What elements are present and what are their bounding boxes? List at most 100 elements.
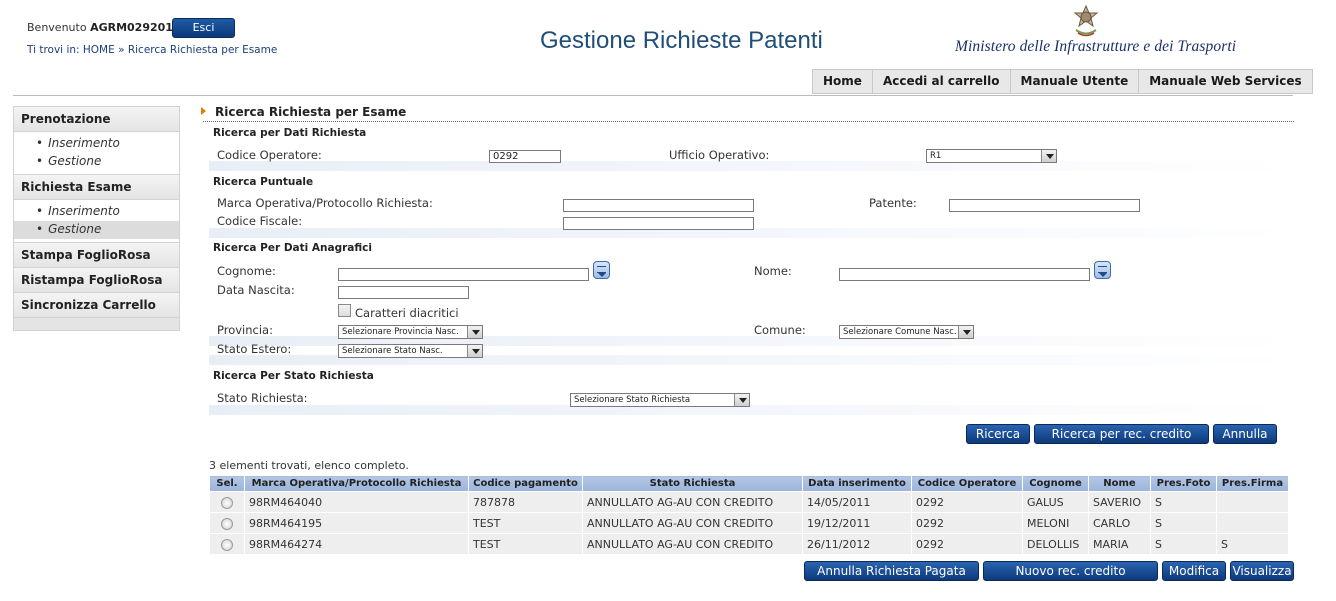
nav-user-manual[interactable]: Manuale Utente xyxy=(1011,70,1140,93)
col-pres-firma[interactable]: Pres.Firma xyxy=(1216,475,1289,492)
row-select-cell xyxy=(209,512,245,534)
sidebar-item-prenotazione-inserimento[interactable]: Inserimento xyxy=(14,135,179,153)
col-cognome[interactable]: Cognome xyxy=(1022,475,1089,492)
marca-label: Marca Operativa/Protocollo Richiesta: xyxy=(217,196,433,210)
cell-marca: 98RM464274 xyxy=(244,533,469,555)
cell-pres-firma xyxy=(1216,491,1289,513)
stato-richiesta-label: Stato Richiesta: xyxy=(217,391,308,405)
annulla-richiesta-pagata-button[interactable]: Annulla Richiesta Pagata xyxy=(804,561,979,581)
nav-webservices-manual[interactable]: Manuale Web Services xyxy=(1139,70,1311,93)
chevron-down-icon xyxy=(1041,150,1056,162)
row-band xyxy=(209,161,1294,171)
cell-marca: 98RM464040 xyxy=(244,491,469,513)
col-stato-richiesta[interactable]: Stato Richiesta xyxy=(582,475,803,492)
codice-fiscale-label: Codice Fiscale: xyxy=(217,214,303,228)
codice-operatore-input[interactable]: 0292 xyxy=(489,150,561,163)
comune-select[interactable]: Selezionare Comune Nasc. xyxy=(839,325,974,339)
username: AGRM029201 xyxy=(90,21,173,34)
col-data-inserimento[interactable]: Data inserimento xyxy=(802,475,912,492)
cell-pres-foto: S xyxy=(1150,512,1217,534)
col-codice-pagamento[interactable]: Codice pagamento xyxy=(468,475,583,492)
sidebar-richiesta-esame[interactable]: Richiesta Esame xyxy=(14,175,179,200)
col-sel[interactable]: Sel. xyxy=(209,475,245,492)
codice-fiscale-input[interactable] xyxy=(563,217,754,230)
nuovo-rec-credito-button[interactable]: Nuovo rec. credito xyxy=(983,561,1158,581)
sidebar-item-richiesta-inserimento[interactable]: Inserimento xyxy=(14,203,179,221)
sidebar-sincronizza-carrello[interactable]: Sincronizza Carrello xyxy=(14,293,179,318)
col-nome[interactable]: Nome xyxy=(1088,475,1151,492)
ministry-logo: Ministero delle Infrastrutture e dei Tra… xyxy=(955,38,1237,55)
nome-list-icon[interactable] xyxy=(1094,261,1111,279)
col-codice-operatore[interactable]: Codice Operatore xyxy=(911,475,1023,492)
cell-data: 19/12/2011 xyxy=(802,512,912,534)
col-marca[interactable]: Marca Operativa/Protocollo Richiesta xyxy=(244,475,469,492)
cell-codice-pagamento: 787878 xyxy=(468,491,583,513)
nav-home[interactable]: Home xyxy=(813,70,873,93)
cognome-label: Cognome: xyxy=(217,264,276,278)
cell-operatore: 0292 xyxy=(911,512,1023,534)
row-select-cell xyxy=(209,491,245,513)
cell-stato: ANNULLATO AG-AU CON CREDITO xyxy=(582,512,803,534)
cell-cognome: GALUS xyxy=(1022,491,1089,513)
sidebar-ristampa-foglio-rosa[interactable]: Ristampa FoglioRosa xyxy=(14,268,179,293)
breadcrumb: Ti trovi in: HOME » Ricerca Richiesta pe… xyxy=(27,44,278,56)
welcome-prefix: Benvenuto xyxy=(27,21,87,34)
nome-input[interactable] xyxy=(839,268,1090,281)
stato-richiesta-select[interactable]: Selezionare Stato Richiesta xyxy=(570,393,750,407)
cell-operatore: 0292 xyxy=(911,533,1023,555)
cell-stato: ANNULLATO AG-AU CON CREDITO xyxy=(582,533,803,555)
ufficio-operativo-label: Ufficio Operativo: xyxy=(669,148,770,162)
cell-nome: SAVERIO xyxy=(1088,491,1151,513)
cell-stato: ANNULLATO AG-AU CON CREDITO xyxy=(582,491,803,513)
cell-marca: 98RM464195 xyxy=(244,512,469,534)
patente-label: Patente: xyxy=(869,196,917,210)
nav-cart[interactable]: Accedi al carrello xyxy=(873,70,1011,93)
cell-pres-firma xyxy=(1216,512,1289,534)
sidebar-item-prenotazione-gestione[interactable]: Gestione xyxy=(14,153,179,171)
patente-input[interactable] xyxy=(949,199,1140,212)
table-row[interactable]: 98RM464274 TEST ANNULLATO AG-AU CON CRED… xyxy=(209,533,1289,555)
stato-estero-select[interactable]: Selezionare Stato Nasc. xyxy=(338,344,483,358)
welcome-text: Benvenuto AGRM029201 xyxy=(27,21,173,34)
result-count: 3 elementi trovati, elenco completo. xyxy=(209,459,409,472)
cognome-list-icon[interactable] xyxy=(593,261,610,279)
diacritici-checkbox[interactable] xyxy=(338,304,351,317)
data-nascita-input[interactable] xyxy=(338,286,469,299)
table-row[interactable]: 98RM464040 787878 ANNULLATO AG-AU CON CR… xyxy=(209,491,1289,513)
annulla-button[interactable]: Annulla xyxy=(1213,424,1277,444)
chevron-down-icon xyxy=(467,345,482,357)
row-select-cell xyxy=(209,533,245,555)
ufficio-operativo-select[interactable]: R1 xyxy=(926,149,1057,163)
sidebar-stampa-foglio-rosa[interactable]: Stampa FoglioRosa xyxy=(14,243,179,268)
table-row[interactable]: 98RM464195 TEST ANNULLATO AG-AU CON CRED… xyxy=(209,512,1289,534)
provincia-label: Provincia: xyxy=(217,323,273,337)
col-pres-foto[interactable]: Pres.Foto xyxy=(1150,475,1217,492)
sidebar-richiesta-submenu: Inserimento Gestione xyxy=(14,200,179,243)
row-select-radio[interactable] xyxy=(220,517,233,530)
cognome-input[interactable] xyxy=(338,268,589,281)
marca-input[interactable] xyxy=(563,199,754,212)
provincia-select[interactable]: Selezionare Provincia Nasc. xyxy=(338,325,483,339)
ricerca-button[interactable]: Ricerca xyxy=(966,424,1030,444)
data-nascita-label: Data Nascita: xyxy=(217,283,295,297)
section-divider xyxy=(203,121,1294,122)
visualizza-button[interactable]: Visualizza xyxy=(1230,561,1294,581)
sidebar-prenotazione[interactable]: Prenotazione xyxy=(14,107,179,132)
chevron-down-icon xyxy=(467,326,482,338)
row-select-radio[interactable] xyxy=(220,538,233,551)
section-title: Ricerca Richiesta per Esame xyxy=(200,105,406,119)
sidebar-footer xyxy=(14,318,179,330)
heading-ricerca-puntuale: Ricerca Puntuale xyxy=(213,176,314,188)
header-divider xyxy=(13,95,1293,96)
cell-nome: CARLO xyxy=(1088,512,1151,534)
cell-cognome: MELONI xyxy=(1022,512,1089,534)
stato-estero-label: Stato Estero: xyxy=(217,342,292,356)
row-band xyxy=(209,405,1294,415)
ricerca-credito-button[interactable]: Ricerca per rec. credito xyxy=(1034,424,1209,444)
republic-emblem-icon xyxy=(1073,4,1099,37)
sidebar-item-richiesta-gestione[interactable]: Gestione xyxy=(14,221,179,239)
logout-button[interactable]: Esci xyxy=(172,18,235,38)
modifica-button[interactable]: Modifica xyxy=(1162,561,1226,581)
row-select-radio[interactable] xyxy=(220,496,233,509)
codice-operatore-label: Codice Operatore: xyxy=(217,148,322,162)
